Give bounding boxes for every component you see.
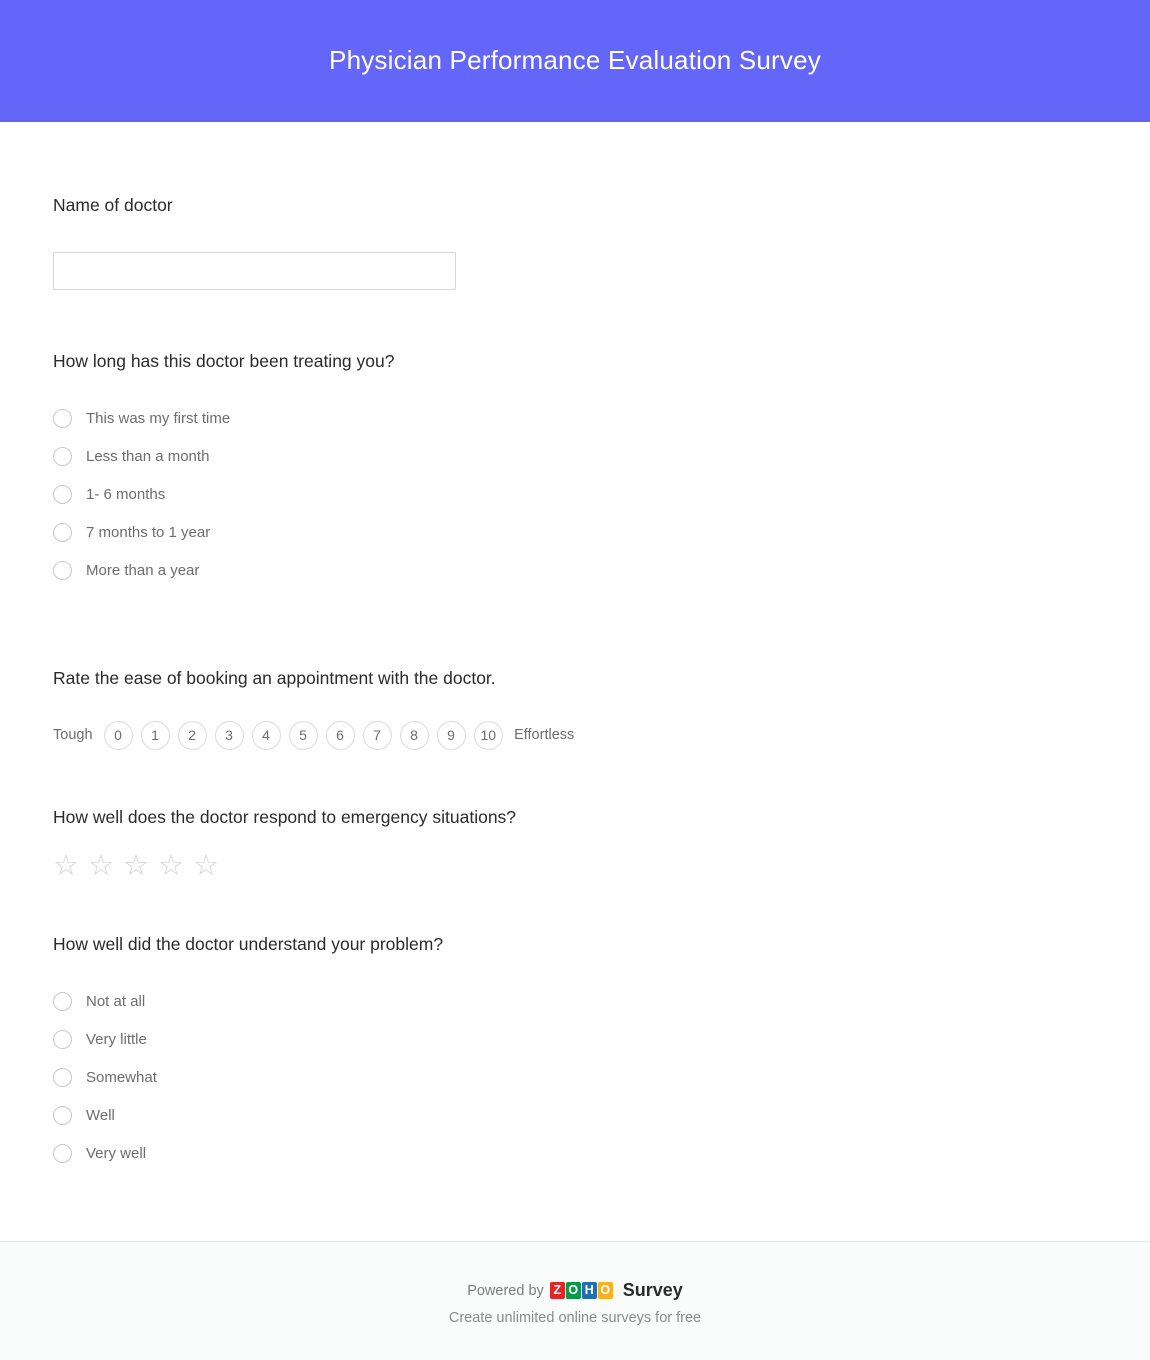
star-icon-2[interactable]: ☆ [88,851,114,881]
question-label: How well did the doctor understand your … [53,933,444,954]
radio-circle-icon[interactable] [53,991,72,1011]
radio-option-label: This was my first time [86,409,231,427]
powered-by-row: Powered by Z O H O Survey [0,1280,1150,1301]
question-label: How long has this doctor been treating y… [53,350,395,371]
nps-option-10[interactable]: 10 [473,720,504,750]
zoho-tile-o1: O [565,1282,581,1299]
radio-circle-icon[interactable] [53,560,72,580]
survey-footer: Powered by Z O H O Survey Create unlimit… [0,1241,1150,1360]
zoho-logo-icon[interactable]: Z O H O [549,1282,613,1299]
radio-circle-icon[interactable] [53,1105,72,1125]
radio-option-label: 7 months to 1 year [86,523,211,541]
star-icon-3[interactable]: ☆ [123,851,149,881]
radio-option-label: Very little [86,1030,147,1048]
question-label: How well does the doctor respond to emer… [53,806,517,827]
nps-option-8[interactable]: 8 [399,720,429,750]
star-rating: ☆ ☆ ☆ ☆ ☆ [53,851,1097,881]
nps-option-0[interactable]: 0 [103,720,133,750]
radio-option-not-at-all[interactable]: Not at all [53,982,1097,1020]
radio-option-label: Somewhat [86,1068,157,1086]
nps-option-6[interactable]: 6 [325,720,355,750]
nps-option-9[interactable]: 9 [436,720,466,750]
nps-scale: 0 1 2 3 4 5 6 7 8 9 10 [103,720,504,750]
powered-by-label: Powered by [467,1282,544,1299]
nps-option-1[interactable]: 1 [140,720,170,750]
question-label: Rate the ease of booking an appointment … [53,668,496,689]
nps-scale-row: Tough 0 1 2 3 4 5 6 7 8 9 10 Effortless [53,720,1097,750]
radio-option-label: Not at all [86,992,146,1010]
radio-option-label: Very well [86,1144,147,1162]
question-treatment-duration: How long has this doctor been treating y… [53,350,1097,668]
nps-option-3[interactable]: 3 [214,720,244,750]
radio-option-less-than-month[interactable]: Less than a month [53,437,1097,475]
nps-option-7[interactable]: 7 [362,720,392,750]
zoho-survey-wordmark: Survey [622,1280,683,1300]
radio-option-1-6-months[interactable]: 1- 6 months [53,475,1097,513]
radio-circle-icon[interactable] [53,522,72,542]
radio-circle-icon[interactable] [53,1067,72,1087]
radio-option-very-well[interactable]: Very well [53,1134,1097,1172]
question-label: Name of doctor [53,195,173,215]
star-icon-5[interactable]: ☆ [193,851,219,881]
radio-option-somewhat[interactable]: Somewhat [53,1058,1097,1096]
survey-body: Name of doctor How long has this doctor … [0,122,1150,1241]
radio-option-label: More than a year [86,561,200,579]
survey-page: Physician Performance Evaluation Survey … [0,0,1150,1360]
doctor-name-input[interactable] [53,251,456,290]
radio-circle-icon[interactable] [53,1143,72,1163]
nps-left-label: Tough [53,727,93,744]
nps-option-5[interactable]: 5 [288,720,318,750]
radio-option-well[interactable]: Well [53,1096,1097,1134]
nps-option-2[interactable]: 2 [177,720,207,750]
radio-option-first-time[interactable]: This was my first time [53,399,1097,437]
zoho-tile-o2: O [597,1282,613,1299]
question-name-of-doctor: Name of doctor [53,194,1097,350]
radio-group-problem-understanding: Not at all Very little Somewhat Well Ver… [53,982,1097,1172]
text-input-wrapper [53,251,1097,290]
radio-circle-icon[interactable] [53,446,72,466]
question-emergency-response: How well does the doctor respond to emer… [53,806,1097,933]
question-booking-ease: Rate the ease of booking an appointment … [53,667,1097,806]
radio-option-very-little[interactable]: Very little [53,1020,1097,1058]
zoho-tile-h: H [581,1282,597,1299]
survey-header: Physician Performance Evaluation Survey [0,0,1150,122]
question-problem-understanding: How well did the doctor understand your … [53,933,1097,1229]
nps-right-label: Effortless [514,727,575,744]
radio-option-label: Well [86,1106,115,1124]
radio-group-treatment-duration: This was my first time Less than a month… [53,399,1097,589]
radio-option-7-months-to-1-year[interactable]: 7 months to 1 year [53,513,1097,551]
radio-option-more-than-year[interactable]: More than a year [53,551,1097,589]
star-icon-4[interactable]: ☆ [158,851,184,881]
radio-option-label: Less than a month [86,447,210,465]
page-title: Physician Performance Evaluation Survey [329,45,821,76]
footer-tagline: Create unlimited online surveys for free [448,1310,702,1326]
radio-circle-icon[interactable] [53,408,72,428]
zoho-tile-z: Z [549,1282,565,1299]
nps-option-4[interactable]: 4 [251,720,281,750]
radio-option-label: 1- 6 months [86,485,166,503]
radio-circle-icon[interactable] [53,484,72,504]
star-icon-1[interactable]: ☆ [53,851,79,881]
radio-circle-icon[interactable] [53,1029,72,1049]
